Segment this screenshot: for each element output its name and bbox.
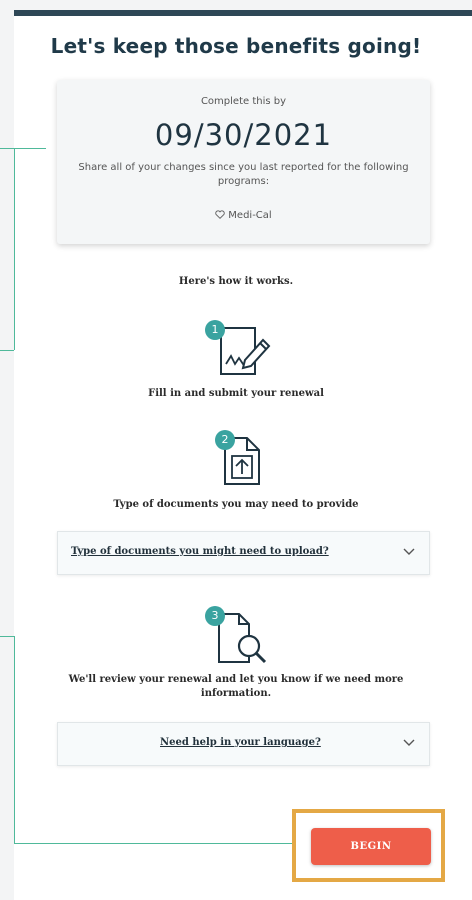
annotation-line-top-vertical (14, 148, 15, 350)
annotation-line-top (0, 148, 46, 149)
annotation-line-bottom-vertical (14, 636, 15, 843)
page-title: Let's keep those benefits going! (50, 34, 422, 58)
heart-icon (215, 210, 226, 219)
step-1-icon: 1 (205, 320, 275, 384)
chevron-down-icon[interactable] (403, 739, 415, 747)
step-2-text: Type of documents you may need to provid… (113, 499, 359, 510)
step-2-badge: 2 (215, 430, 235, 450)
annotation-line-top-end (0, 350, 14, 351)
step-3-badge: 3 (205, 606, 225, 626)
complete-by-label: Complete this by (200, 96, 287, 107)
program-item: Medi-Cal (57, 210, 430, 221)
renewal-info-card: Complete this by 09/30/2021 Share all of… (57, 80, 430, 244)
step-1-text: Fill in and submit your renewal (148, 388, 324, 399)
due-date: 09/30/2021 (154, 118, 333, 152)
chevron-down-icon[interactable] (403, 548, 415, 556)
share-changes-text: Share all of your changes since you last… (78, 162, 409, 187)
language-help-accordion[interactable]: Need help in your language? (57, 722, 430, 766)
begin-button[interactable]: BEGIN (311, 828, 431, 865)
step-3-text: We'll review your renewal and let you kn… (68, 674, 404, 699)
documents-accordion[interactable]: Type of documents you might need to uplo… (57, 531, 430, 575)
language-help-accordion-label[interactable]: Need help in your language? (160, 737, 321, 748)
program-name: Medi-Cal (228, 210, 272, 221)
annotation-line-to-begin (14, 843, 292, 844)
step-2-icon: 2 (215, 430, 265, 492)
annotation-line-bottom-start (0, 636, 14, 637)
how-it-works-heading: Here's how it works. (178, 276, 294, 287)
documents-accordion-label[interactable]: Type of documents you might need to uplo… (71, 546, 329, 557)
step-1-badge: 1 (205, 320, 225, 340)
step-3-icon: 3 (205, 606, 275, 672)
